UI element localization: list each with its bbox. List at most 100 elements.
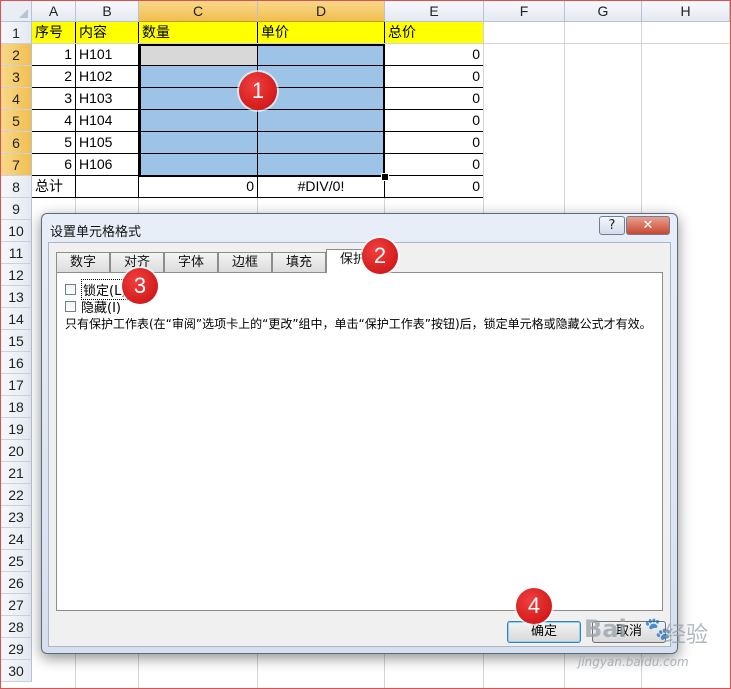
cancel-button[interactable]: 取消 bbox=[592, 621, 666, 643]
cell-b7[interactable]: H106 bbox=[76, 154, 139, 176]
cell-e8[interactable]: 0 bbox=[385, 176, 484, 198]
row-header-20[interactable]: 20 bbox=[1, 440, 32, 462]
row-header-9[interactable]: 9 bbox=[1, 198, 32, 220]
cell-b2[interactable]: H101 bbox=[76, 44, 139, 66]
tab-fill[interactable]: 填充 bbox=[272, 252, 326, 272]
row-header-30[interactable]: 30 bbox=[1, 660, 32, 682]
cell-a3[interactable]: 2 bbox=[32, 66, 76, 88]
cell-d6[interactable] bbox=[258, 132, 385, 154]
cell-b8[interactable] bbox=[76, 176, 139, 198]
tab-number[interactable]: 数字 bbox=[56, 252, 110, 272]
hidden-checkbox[interactable] bbox=[65, 300, 76, 312]
protection-panel: 锁定(L) 隐藏(I) 只有保护工作表(在“审阅”选项卡上的“更改”组中，单击“… bbox=[56, 272, 663, 611]
cell-b5[interactable]: H104 bbox=[76, 110, 139, 132]
row-header-12[interactable]: 12 bbox=[1, 264, 32, 286]
row-header-22[interactable]: 22 bbox=[1, 484, 32, 506]
row-header-13[interactable]: 13 bbox=[1, 286, 32, 308]
cell-d2[interactable] bbox=[258, 44, 385, 66]
tab-font[interactable]: 字体 bbox=[164, 252, 218, 272]
row-header-27[interactable]: 27 bbox=[1, 594, 32, 616]
row-header-1[interactable]: 1 bbox=[1, 22, 32, 44]
fill-handle[interactable] bbox=[381, 173, 389, 181]
row-header-7[interactable]: 7 bbox=[1, 154, 32, 176]
row-header-19[interactable]: 19 bbox=[1, 418, 32, 440]
cell-c1[interactable]: 数量 bbox=[139, 22, 258, 44]
row-header-25[interactable]: 25 bbox=[1, 550, 32, 572]
cell-a1[interactable]: 序号 bbox=[32, 22, 76, 44]
cell-b1[interactable]: 内容 bbox=[76, 22, 139, 44]
locked-option[interactable]: 锁定(L) bbox=[65, 278, 129, 300]
cell-c8[interactable]: 0 bbox=[139, 176, 258, 198]
row-header-23[interactable]: 23 bbox=[1, 506, 32, 528]
step-marker-4: 4 bbox=[516, 588, 552, 624]
column-header-d[interactable]: D bbox=[258, 1, 385, 22]
cell-b6[interactable]: H105 bbox=[76, 132, 139, 154]
cell-e1[interactable]: 总价 bbox=[385, 22, 484, 44]
cell-a6[interactable]: 5 bbox=[32, 132, 76, 154]
row-header-28[interactable]: 28 bbox=[1, 616, 32, 638]
row-header-17[interactable]: 17 bbox=[1, 374, 32, 396]
column-header-e[interactable]: E bbox=[385, 1, 484, 22]
column-header-f[interactable]: F bbox=[484, 1, 565, 22]
cell-d5[interactable] bbox=[258, 110, 385, 132]
cell-e7[interactable]: 0 bbox=[385, 154, 484, 176]
column-header-b[interactable]: B bbox=[76, 1, 139, 22]
row-header-6[interactable]: 6 bbox=[1, 132, 32, 154]
cell-e4[interactable]: 0 bbox=[385, 88, 484, 110]
screenshot-frame: A B C D E F G H 1 2 3 4 5 6 7 8 9 10 11 … bbox=[0, 0, 731, 689]
protection-note: 只有保护工作表(在“审阅”选项卡上的“更改”组中，单击“保护工作表”按钮)后，锁… bbox=[65, 317, 652, 331]
cell-e6[interactable]: 0 bbox=[385, 132, 484, 154]
cell-a2[interactable]: 1 bbox=[32, 44, 76, 66]
row-header-4[interactable]: 4 bbox=[1, 88, 32, 110]
column-header-c[interactable]: C bbox=[139, 1, 258, 22]
column-header-g[interactable]: G bbox=[565, 1, 642, 22]
row-header-11[interactable]: 11 bbox=[1, 242, 32, 264]
column-header-h[interactable]: H bbox=[642, 1, 730, 22]
ok-button[interactable]: 确定 bbox=[507, 621, 581, 643]
row-header-2[interactable]: 2 bbox=[1, 44, 32, 66]
row-header-16[interactable]: 16 bbox=[1, 352, 32, 374]
column-header-a[interactable]: A bbox=[32, 1, 76, 22]
row-header-15[interactable]: 15 bbox=[1, 330, 32, 352]
row-header-8[interactable]: 8 bbox=[1, 176, 32, 198]
cell-e2[interactable]: 0 bbox=[385, 44, 484, 66]
tab-border[interactable]: 边框 bbox=[218, 252, 272, 272]
cell-d4[interactable] bbox=[258, 88, 385, 110]
cell-b3[interactable]: H102 bbox=[76, 66, 139, 88]
watermark-url: jingyan.baidu.com bbox=[578, 655, 689, 669]
close-button[interactable]: ✕ bbox=[626, 216, 670, 235]
cell-e5[interactable]: 0 bbox=[385, 110, 484, 132]
cell-a5[interactable]: 4 bbox=[32, 110, 76, 132]
locked-checkbox[interactable] bbox=[65, 283, 76, 295]
step-marker-3: 3 bbox=[122, 268, 158, 304]
cell-a4[interactable]: 3 bbox=[32, 88, 76, 110]
row-header-24[interactable]: 24 bbox=[1, 528, 32, 550]
cell-d8[interactable]: #DIV/0! bbox=[258, 176, 385, 198]
cell-c5[interactable] bbox=[139, 110, 258, 132]
cell-b4[interactable]: H103 bbox=[76, 88, 139, 110]
dialog-title: 设置单元格格式 bbox=[50, 225, 142, 240]
cell-a8[interactable]: 总计 bbox=[32, 176, 76, 198]
hidden-label: 隐藏(I) bbox=[81, 300, 121, 316]
select-all-corner[interactable] bbox=[1, 1, 32, 22]
row-header-3[interactable]: 3 bbox=[1, 66, 32, 88]
row-header-21[interactable]: 21 bbox=[1, 462, 32, 484]
row-header-29[interactable]: 29 bbox=[1, 638, 32, 660]
row-header-26[interactable]: 26 bbox=[1, 572, 32, 594]
cell-c6[interactable] bbox=[139, 132, 258, 154]
cell-d7[interactable] bbox=[258, 154, 385, 176]
cell-c2-active[interactable] bbox=[139, 44, 258, 66]
cell-a7[interactable]: 6 bbox=[32, 154, 76, 176]
cell-d1[interactable]: 单价 bbox=[258, 22, 385, 44]
cell-e3[interactable]: 0 bbox=[385, 66, 484, 88]
step-marker-2: 2 bbox=[362, 238, 398, 274]
row-header-5[interactable]: 5 bbox=[1, 110, 32, 132]
row-header-18[interactable]: 18 bbox=[1, 396, 32, 418]
help-button[interactable]: ? bbox=[599, 216, 625, 235]
cell-c7[interactable] bbox=[139, 154, 258, 176]
cell-d3[interactable] bbox=[258, 66, 385, 88]
row-header-14[interactable]: 14 bbox=[1, 308, 32, 330]
row-header-10[interactable]: 10 bbox=[1, 220, 32, 242]
close-icon: ✕ bbox=[642, 218, 654, 233]
hidden-option[interactable]: 隐藏(I) bbox=[65, 298, 121, 316]
